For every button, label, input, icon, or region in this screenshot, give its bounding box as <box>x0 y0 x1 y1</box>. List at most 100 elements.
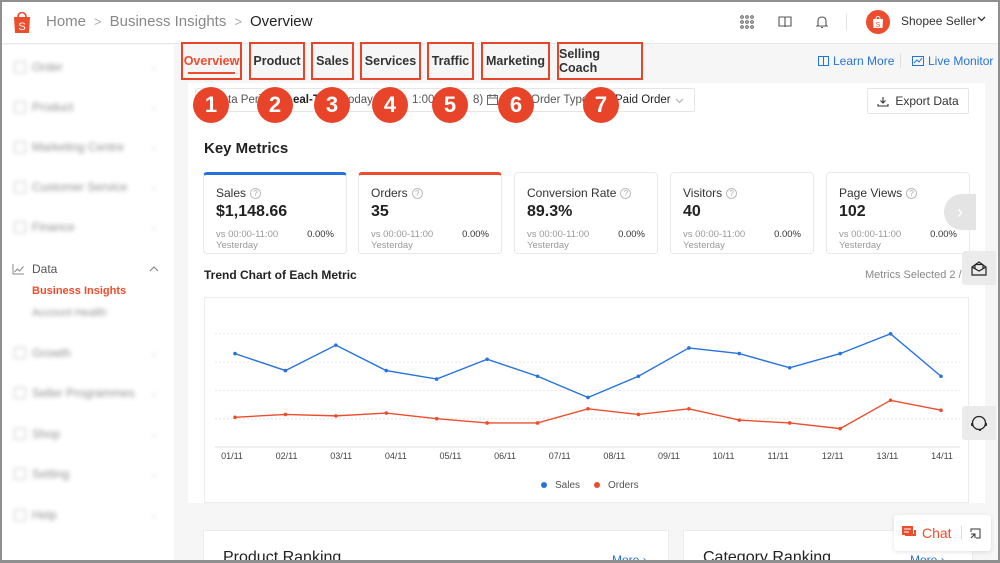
metrics-selected-count[interactable]: Metrics Selected 2 / <box>865 269 962 281</box>
annotation-badge-7: 7 <box>583 87 619 123</box>
tab-product[interactable]: Product <box>249 42 305 80</box>
data-point-sales[interactable] <box>737 351 742 356</box>
chart-line-icon <box>12 264 24 275</box>
bell-icon[interactable] <box>811 11 833 33</box>
svg-text:S: S <box>876 22 881 29</box>
product-ranking-more-link[interactable]: More › <box>612 553 647 563</box>
apps-grid-icon[interactable] <box>736 11 758 33</box>
data-point-orders[interactable] <box>939 408 943 413</box>
data-point-sales[interactable] <box>384 368 389 373</box>
breadcrumb-business-insights[interactable]: Business Insights <box>110 13 227 30</box>
data-point-sales[interactable] <box>888 332 893 336</box>
tab-marketing[interactable]: Marketing <box>481 42 550 80</box>
data-point-orders[interactable] <box>787 421 792 425</box>
next-metrics-button[interactable]: › <box>944 194 976 230</box>
x-tick-label: 05/11 <box>440 451 462 461</box>
tab-sales[interactable]: Sales <box>311 42 354 80</box>
data-point-sales[interactable] <box>535 374 540 379</box>
help-question-icon[interactable]: ? <box>906 187 918 199</box>
sidebar-item-marketing-centre[interactable]: Marketing Centre ⌄ <box>2 127 174 167</box>
chevron-down-icon[interactable] <box>675 98 684 104</box>
download-icon <box>877 96 889 107</box>
data-point-orders[interactable] <box>334 414 338 418</box>
data-point-orders[interactable] <box>485 421 489 425</box>
user-name[interactable]: Shopee Seller <box>901 14 976 28</box>
avatar[interactable]: S <box>866 10 890 34</box>
tab-traffic[interactable]: Traffic <box>427 42 474 80</box>
live-monitor-link[interactable]: Live Monitor <box>912 54 993 68</box>
category-ranking-more-link[interactable]: More › <box>910 553 945 563</box>
data-point-orders[interactable] <box>687 406 691 411</box>
data-point-orders[interactable] <box>384 411 389 415</box>
chevron-down-icon: ⌄ <box>150 141 159 153</box>
data-point-sales[interactable] <box>485 357 489 362</box>
data-point-orders[interactable] <box>586 406 590 411</box>
data-point-orders[interactable] <box>636 412 641 417</box>
data-point-sales[interactable] <box>434 377 439 381</box>
learn-more-link[interactable]: Learn More <box>818 54 894 68</box>
data-point-sales[interactable] <box>687 346 691 350</box>
shopee-logo-icon[interactable]: S <box>12 10 32 34</box>
data-point-orders[interactable] <box>535 421 540 425</box>
help-question-icon[interactable]: ? <box>726 187 738 199</box>
breadcrumb-home[interactable]: Home <box>46 13 86 30</box>
metric-card-sales[interactable]: Sales? $1,148.66 vs 00:00-11:00 Yesterday… <box>203 172 347 254</box>
help-question-icon[interactable]: ? <box>250 187 262 199</box>
sidebar-item-customer-service[interactable]: Customer Service ⌄ <box>2 167 174 207</box>
data-point-sales[interactable] <box>939 374 943 379</box>
setting-icon <box>14 468 26 480</box>
sidebar-item-setting[interactable]: Setting ⌄ <box>2 454 174 494</box>
data-point-sales[interactable] <box>636 374 641 379</box>
metric-card-orders[interactable]: Orders? 35 vs 00:00-11:00 Yesterday 0.00% <box>358 172 502 254</box>
data-point-sales[interactable] <box>838 351 842 356</box>
sidebar-subitem-business-insights[interactable]: Business Insights <box>32 285 126 297</box>
legend-item-sales[interactable]: Sales <box>541 480 580 491</box>
sidebar-item-product[interactable]: Product ⌄ <box>2 87 174 127</box>
data-point-sales[interactable] <box>787 365 792 370</box>
sidebar: Order ⌄ Product ⌄ Marketing Centre ⌄ Cus… <box>2 45 174 563</box>
data-point-sales[interactable] <box>334 343 338 347</box>
tab-services[interactable]: Services <box>360 42 421 80</box>
sidebar-item-data[interactable]: Data <box>2 249 174 289</box>
sidebar-item-help[interactable]: Help ⌄ <box>2 495 174 535</box>
tab-selling-coach[interactable]: Selling Coach <box>557 42 643 80</box>
data-point-orders[interactable] <box>233 415 237 420</box>
calendar-icon[interactable] <box>487 94 498 105</box>
x-tick-label: 11/11 <box>768 451 789 461</box>
message-float-button[interactable] <box>962 251 996 285</box>
data-point-orders[interactable] <box>434 416 439 421</box>
export-data-button[interactable]: Export Data <box>867 88 969 114</box>
sidebar-item-seller-programmes[interactable]: Seller Programmes ⌄ <box>2 373 174 413</box>
data-point-orders[interactable] <box>838 426 842 431</box>
chevron-down-icon: ⌄ <box>150 468 159 480</box>
order-type-value[interactable]: Paid Order <box>615 94 671 106</box>
sidebar-item-shop[interactable]: Shop ⌄ <box>2 414 174 454</box>
metric-card-conversion-rate[interactable]: Conversion Rate? 89.3% vs 00:00-11:00 Yes… <box>514 172 658 254</box>
sidebar-item-order[interactable]: Order ⌄ <box>2 47 174 87</box>
data-point-orders[interactable] <box>888 398 893 403</box>
sidebar-subitem-account-health[interactable]: Account Health <box>32 307 107 319</box>
data-point-sales[interactable] <box>233 351 237 356</box>
data-point-sales[interactable] <box>283 368 288 373</box>
tab-overview[interactable]: Overview <box>181 42 242 80</box>
sidebar-item-growth[interactable]: Growth ⌄ <box>2 333 174 373</box>
support-float-button[interactable] <box>962 406 996 440</box>
chat-widget[interactable]: Chat <box>894 515 991 551</box>
metric-card-visitors[interactable]: Visitors? 40 vs 00:00-11:00 Yesterday 0.0… <box>670 172 814 254</box>
data-point-orders[interactable] <box>283 412 288 417</box>
legend-item-orders[interactable]: Orders <box>594 480 639 491</box>
data-point-sales[interactable] <box>586 395 590 400</box>
chevron-up-icon[interactable] <box>149 266 159 272</box>
series-line-orders <box>234 399 942 430</box>
sidebar-item-finance[interactable]: Finance ⌄ <box>2 207 174 247</box>
book-icon[interactable] <box>774 11 796 33</box>
help-question-icon[interactable]: ? <box>411 187 423 199</box>
help-question-icon[interactable]: ? <box>620 187 632 199</box>
chevron-down-icon[interactable] <box>977 16 986 22</box>
chevron-down-icon: ⌄ <box>150 387 159 399</box>
metric-comparison: vs 00:00-11:00 Yesterday <box>527 229 590 251</box>
data-period-time-end: 8) <box>473 94 484 106</box>
active-tab-underline <box>188 72 235 74</box>
minimize-window-icon[interactable] <box>970 528 981 539</box>
data-point-orders[interactable] <box>737 418 742 422</box>
